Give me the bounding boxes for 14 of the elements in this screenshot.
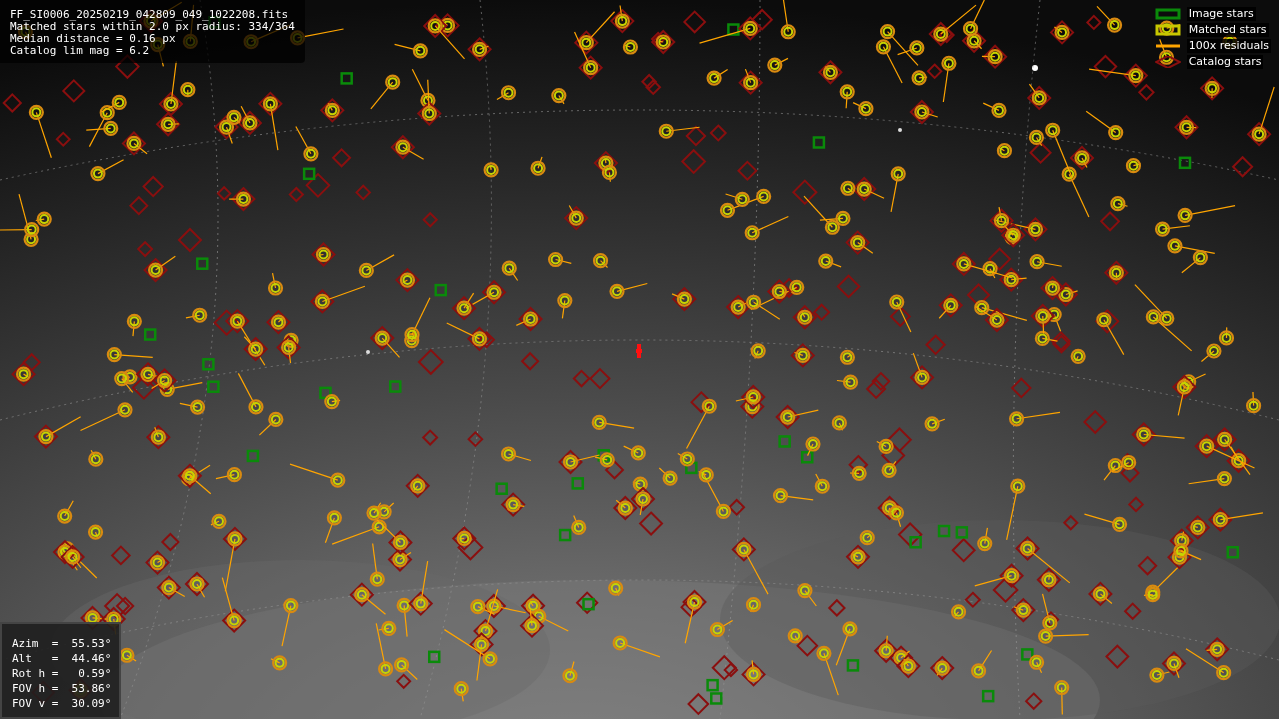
info-text: FF_SI0006_20250219_042809_049_1022208.fits: [10, 9, 290, 21]
info-text: Median distance = 0.16 px: [10, 33, 177, 45]
pointing-text: Azim = 55.53°: [12, 636, 112, 651]
pointing-text: FOV v = 30.09°: [12, 696, 112, 711]
legend-label: Image stars: [1186, 7, 1256, 21]
crosshair-icon: [636, 344, 642, 358]
info-text: Catalog lim mag = 6.2: [10, 45, 151, 57]
legend-label: 100x residuals: [1186, 39, 1271, 53]
pointing-text: Rot h = 0.59°: [12, 666, 112, 681]
info-text: Matched stars within 2.0 px radius: 334/364: [10, 21, 295, 33]
pointing-text: FOV h = 53.86°: [12, 681, 112, 696]
legend-label: Catalog stars: [1186, 55, 1264, 69]
legend-label: Matched stars: [1186, 23, 1269, 37]
pointing-text: Alt = 44.46°: [12, 651, 112, 666]
